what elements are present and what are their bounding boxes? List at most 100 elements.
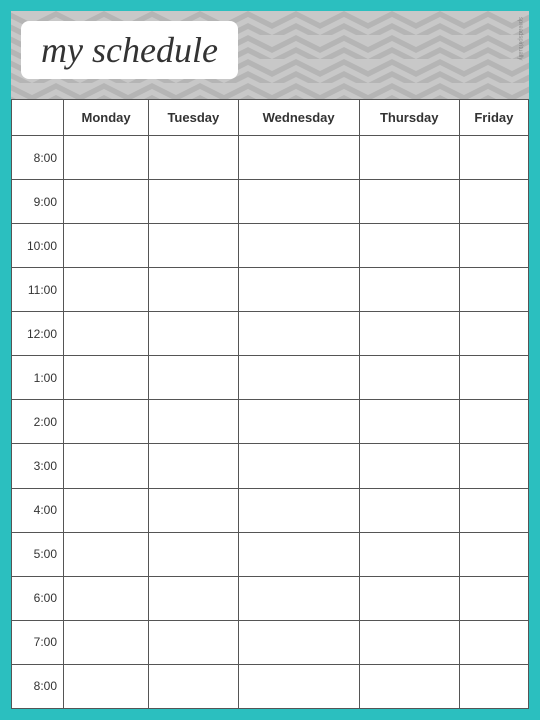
- schedule-cell[interactable]: [149, 576, 238, 620]
- schedule-cell[interactable]: [238, 224, 359, 268]
- time-row: 12:00: [12, 312, 529, 356]
- schedule-cell[interactable]: [459, 268, 528, 312]
- schedule-cell[interactable]: [459, 576, 528, 620]
- schedule-cell[interactable]: [359, 620, 459, 664]
- schedule-cell[interactable]: [359, 576, 459, 620]
- header-row: Monday Tuesday Wednesday Thursday Friday: [12, 100, 529, 136]
- schedule-cell[interactable]: [459, 180, 528, 224]
- schedule-cell[interactable]: [459, 488, 528, 532]
- schedule-cell[interactable]: [459, 400, 528, 444]
- schedule-cell[interactable]: [238, 444, 359, 488]
- schedule-cell[interactable]: [64, 224, 149, 268]
- schedule-cell[interactable]: [64, 576, 149, 620]
- time-label: 6:00: [12, 576, 64, 620]
- schedule-cell[interactable]: [238, 664, 359, 708]
- page-title: my schedule: [41, 30, 218, 70]
- watermark: spreadspiritually: [517, 17, 523, 60]
- schedule-cell[interactable]: [238, 532, 359, 576]
- time-row: 4:00: [12, 488, 529, 532]
- schedule-cell[interactable]: [149, 180, 238, 224]
- schedule-cell[interactable]: [64, 400, 149, 444]
- time-row: 5:00: [12, 532, 529, 576]
- schedule-cell[interactable]: [149, 488, 238, 532]
- schedule-cell[interactable]: [359, 180, 459, 224]
- schedule-cell[interactable]: [64, 312, 149, 356]
- schedule-cell[interactable]: [238, 400, 359, 444]
- time-label: 12:00: [12, 312, 64, 356]
- schedule-cell[interactable]: [459, 664, 528, 708]
- time-row: 7:00: [12, 620, 529, 664]
- schedule-cell[interactable]: [64, 268, 149, 312]
- schedule-cell[interactable]: [459, 620, 528, 664]
- schedule-cell[interactable]: [64, 488, 149, 532]
- header-area: my schedule spreadspiritually: [11, 11, 529, 99]
- schedule-cell[interactable]: [459, 224, 528, 268]
- time-row: 11:00: [12, 268, 529, 312]
- time-label: 2:00: [12, 400, 64, 444]
- empty-header: [12, 100, 64, 136]
- schedule-cell[interactable]: [64, 444, 149, 488]
- schedule-cell[interactable]: [359, 224, 459, 268]
- schedule-cell[interactable]: [459, 356, 528, 400]
- schedule-cell[interactable]: [238, 576, 359, 620]
- schedule-cell[interactable]: [149, 312, 238, 356]
- time-row: 2:00: [12, 400, 529, 444]
- time-row: 8:00: [12, 664, 529, 708]
- schedule-cell[interactable]: [64, 664, 149, 708]
- schedule-cell[interactable]: [149, 224, 238, 268]
- time-row: 9:00: [12, 180, 529, 224]
- schedule-cell[interactable]: [359, 136, 459, 180]
- schedule-cell[interactable]: [149, 356, 238, 400]
- schedule-cell[interactable]: [238, 620, 359, 664]
- time-label: 11:00: [12, 268, 64, 312]
- schedule-cell[interactable]: [149, 620, 238, 664]
- schedule-table: Monday Tuesday Wednesday Thursday Friday…: [11, 99, 529, 709]
- time-label: 4:00: [12, 488, 64, 532]
- col-tuesday: Tuesday: [149, 100, 238, 136]
- schedule-cell[interactable]: [149, 444, 238, 488]
- time-row: 1:00: [12, 356, 529, 400]
- time-label: 8:00: [12, 136, 64, 180]
- time-label: 3:00: [12, 444, 64, 488]
- time-row: 10:00: [12, 224, 529, 268]
- col-friday: Friday: [459, 100, 528, 136]
- schedule-cell[interactable]: [149, 532, 238, 576]
- time-label: 7:00: [12, 620, 64, 664]
- schedule-cell[interactable]: [149, 268, 238, 312]
- schedule-cell[interactable]: [359, 664, 459, 708]
- schedule-cell[interactable]: [149, 136, 238, 180]
- schedule-cell[interactable]: [238, 180, 359, 224]
- schedule-cell[interactable]: [64, 532, 149, 576]
- schedule-cell[interactable]: [359, 532, 459, 576]
- schedule-cell[interactable]: [149, 400, 238, 444]
- outer-border: my schedule spreadspiritually Monday Tue…: [0, 0, 540, 720]
- time-label: 8:00: [12, 664, 64, 708]
- schedule-cell[interactable]: [238, 312, 359, 356]
- schedule-cell[interactable]: [459, 136, 528, 180]
- schedule-cell[interactable]: [238, 356, 359, 400]
- time-label: 1:00: [12, 356, 64, 400]
- schedule-cell[interactable]: [359, 268, 459, 312]
- schedule-cell[interactable]: [238, 268, 359, 312]
- col-wednesday: Wednesday: [238, 100, 359, 136]
- title-box: my schedule: [21, 21, 238, 79]
- schedule-cell[interactable]: [359, 356, 459, 400]
- schedule-cell[interactable]: [64, 620, 149, 664]
- schedule-cell[interactable]: [64, 180, 149, 224]
- schedule-cell[interactable]: [459, 532, 528, 576]
- schedule-cell[interactable]: [359, 444, 459, 488]
- time-label: 5:00: [12, 532, 64, 576]
- schedule-cell[interactable]: [64, 136, 149, 180]
- inner-container: my schedule spreadspiritually Monday Tue…: [8, 8, 532, 712]
- schedule-cell[interactable]: [238, 136, 359, 180]
- col-monday: Monday: [64, 100, 149, 136]
- schedule-cell[interactable]: [359, 488, 459, 532]
- time-label: 9:00: [12, 180, 64, 224]
- schedule-cell[interactable]: [64, 356, 149, 400]
- schedule-cell[interactable]: [149, 664, 238, 708]
- schedule-cell[interactable]: [238, 488, 359, 532]
- schedule-cell[interactable]: [459, 312, 528, 356]
- schedule-cell[interactable]: [359, 312, 459, 356]
- schedule-cell[interactable]: [359, 400, 459, 444]
- schedule-cell[interactable]: [459, 444, 528, 488]
